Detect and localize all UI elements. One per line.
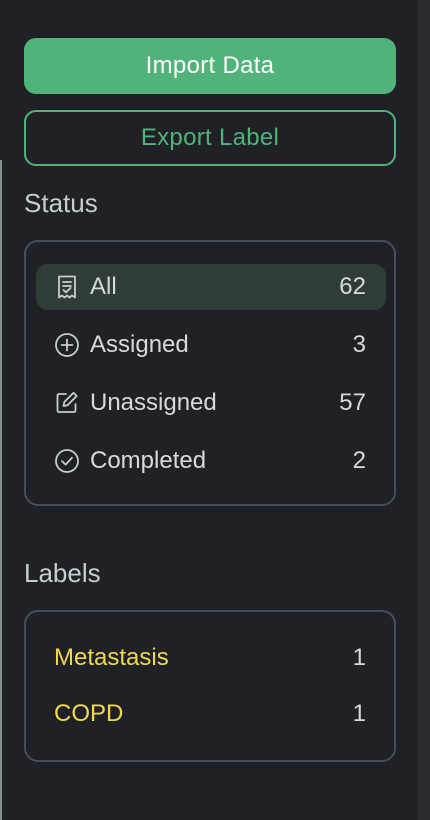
status-item-count: 62 [339, 273, 366, 300]
export-label-button[interactable]: Export Label [24, 110, 396, 166]
status-item-all[interactable]: All 62 [36, 264, 386, 310]
label-item-name: COPD [54, 700, 124, 727]
status-section-title: Status [24, 188, 98, 218]
status-item-completed[interactable]: Completed 2 [36, 438, 386, 484]
edit-icon [54, 390, 80, 416]
label-item-metastasis[interactable]: Metastasis 1 [54, 638, 366, 678]
status-panel: All 62 Assigned 3 Unassigned 57 Complete… [24, 240, 396, 506]
check-circle-icon [54, 448, 80, 474]
labels-panel: Metastasis 1 COPD 1 [24, 610, 396, 762]
status-item-count: 3 [352, 331, 366, 358]
labels-section-title: Labels [24, 558, 101, 588]
status-item-label: All [90, 273, 117, 300]
status-item-label: Assigned [90, 331, 189, 358]
sidebar-panel: Import Data Export Label Status All 62 A… [0, 0, 430, 820]
status-item-label: Completed [90, 447, 207, 474]
label-item-copd[interactable]: COPD 1 [54, 694, 366, 734]
label-item-count: 1 [352, 700, 366, 727]
label-item-count: 1 [352, 644, 366, 671]
label-item-name: Metastasis [54, 644, 169, 671]
status-item-label: Unassigned [90, 389, 217, 416]
status-item-unassigned[interactable]: Unassigned 57 [36, 380, 386, 426]
scrollbar-track[interactable] [418, 0, 430, 820]
status-item-count: 2 [352, 447, 366, 474]
plus-circle-icon [54, 332, 80, 358]
status-item-assigned[interactable]: Assigned 3 [36, 322, 386, 368]
document-list-icon [54, 274, 80, 300]
status-item-count: 57 [339, 389, 366, 416]
left-divider [0, 160, 2, 820]
import-data-button[interactable]: Import Data [24, 38, 396, 94]
